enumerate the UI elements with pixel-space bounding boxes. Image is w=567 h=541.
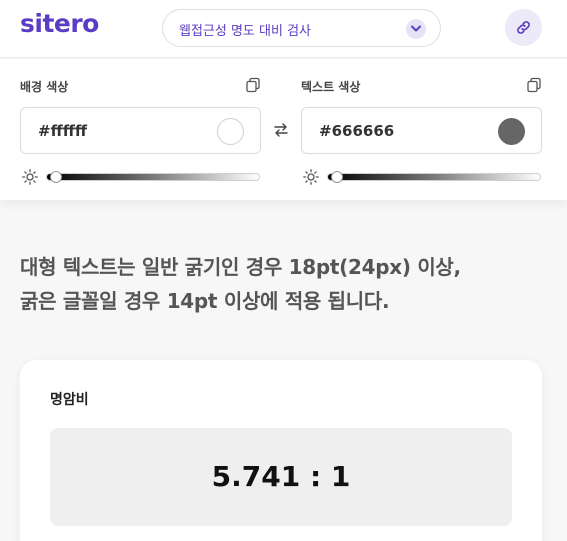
share-link-button[interactable] <box>505 9 542 46</box>
brightness-icon <box>303 169 319 185</box>
swap-icon[interactable] <box>273 122 289 138</box>
tool-select-value: 웹접근성 명도 대비 검사 <box>179 24 311 39</box>
contrast-ratio-value: 5.741 : 1 <box>211 460 351 493</box>
text-color-input[interactable]: #666666 <box>301 107 542 154</box>
notice-line-1: 대형 텍스트는 일반 굵기인 경우 18pt(24px) 이상, <box>20 255 461 279</box>
text-brightness-knob[interactable] <box>331 171 344 183</box>
text-color-value: #666666 <box>319 122 395 140</box>
notice-line-2: 굵은 글꼴일 경우 14pt 이상에 적용 됩니다. <box>20 289 390 313</box>
link-icon <box>517 21 530 34</box>
contrast-ratio-card: 명암비 5.741 : 1 <box>20 360 542 541</box>
chevron-down-icon <box>406 19 426 39</box>
background-brightness-slider[interactable] <box>46 173 260 181</box>
background-color-input[interactable]: #ffffff <box>20 107 261 154</box>
background-color-swatch[interactable] <box>217 118 244 145</box>
large-text-notice: 대형 텍스트는 일반 굵기인 경우 18pt(24px) 이상, 굵은 글꼴일 … <box>20 250 550 318</box>
contrast-ratio-box: 5.741 : 1 <box>50 428 512 526</box>
text-brightness-slider[interactable] <box>327 173 541 181</box>
tool-select[interactable]: 웹접근성 명도 대비 검사 <box>162 9 441 47</box>
background-brightness-knob[interactable] <box>50 171 63 183</box>
background-color-label: 배경 색상 <box>20 80 69 94</box>
color-picker-panel: 배경 색상 #ffffff 텍스트 색상 #666666 <box>0 59 567 200</box>
background-color-value: #ffffff <box>38 122 88 140</box>
text-color-label: 텍스트 색상 <box>301 80 361 94</box>
top-bar: sitero 웹접근성 명도 대비 검사 <box>0 0 567 58</box>
contrast-ratio-title: 명암비 <box>50 392 89 408</box>
logo[interactable]: sitero <box>20 9 99 38</box>
copy-icon[interactable] <box>245 77 261 93</box>
copy-icon[interactable] <box>526 77 542 93</box>
brightness-icon <box>22 169 38 185</box>
text-color-swatch[interactable] <box>498 118 525 145</box>
